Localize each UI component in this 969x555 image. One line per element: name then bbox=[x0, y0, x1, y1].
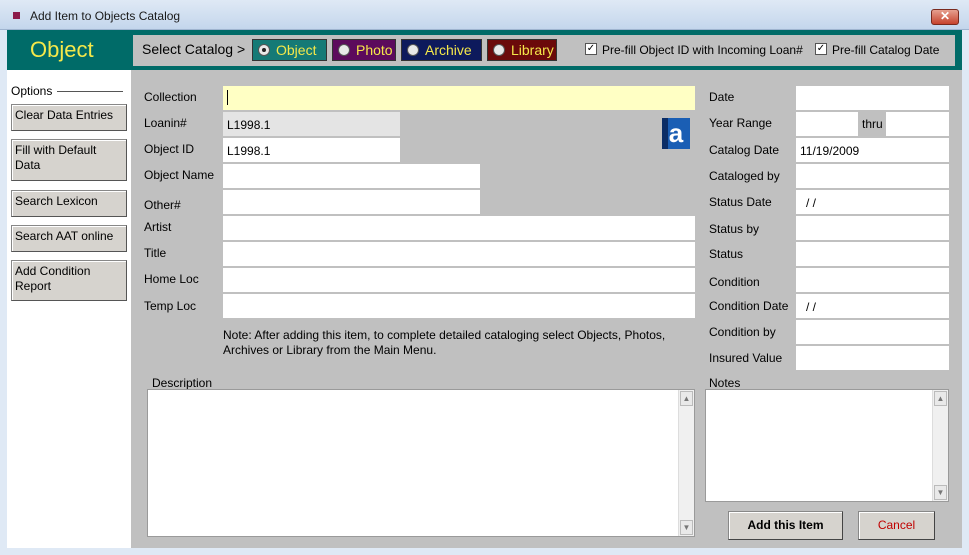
radio-icon bbox=[407, 44, 419, 56]
status-by-label: Status by bbox=[709, 222, 760, 236]
select-catalog-label: Select Catalog > bbox=[142, 41, 246, 57]
object-name-input[interactable] bbox=[223, 164, 480, 188]
title-label: Title bbox=[144, 246, 167, 260]
checkmark-icon: ✓ bbox=[585, 43, 597, 55]
radio-selected-icon bbox=[258, 44, 270, 56]
prefill-object-id-checkbox[interactable]: ✓ Pre-fill Object ID with Incoming Loan# bbox=[585, 43, 803, 57]
catalog-option-archive[interactable]: Archive bbox=[401, 39, 482, 61]
temp-loc-label: Temp Loc bbox=[144, 299, 197, 313]
radio-icon bbox=[493, 44, 505, 56]
collection-input[interactable] bbox=[223, 86, 695, 110]
object-name-label: Object Name bbox=[144, 168, 215, 182]
condition-label: Condition bbox=[709, 275, 760, 289]
status-date-input[interactable]: / / bbox=[796, 190, 949, 214]
fill-default-data-button[interactable]: Fill with Default Data bbox=[11, 139, 127, 181]
title-input[interactable] bbox=[223, 242, 695, 266]
status-label: Status bbox=[709, 247, 744, 261]
description-textarea[interactable]: ▲ ▼ bbox=[147, 389, 695, 537]
window-title: Add Item to Objects Catalog bbox=[30, 9, 181, 23]
artist-label: Artist bbox=[144, 220, 172, 234]
date-input[interactable] bbox=[796, 86, 949, 110]
cataloged-by-input[interactable] bbox=[796, 164, 949, 188]
other-number-input[interactable] bbox=[223, 190, 480, 214]
home-loc-input[interactable] bbox=[223, 268, 695, 292]
window-border-left bbox=[0, 30, 7, 548]
insured-value-input[interactable] bbox=[796, 346, 949, 370]
catalog-option-label: Object bbox=[276, 42, 317, 58]
collection-label: Collection bbox=[144, 90, 197, 104]
artist-input[interactable] bbox=[223, 216, 695, 240]
other-number-label: Other# bbox=[144, 198, 181, 212]
search-lexicon-button[interactable]: Search Lexicon bbox=[11, 190, 127, 217]
catalog-option-photo[interactable]: Photo bbox=[332, 39, 396, 61]
options-divider bbox=[57, 91, 123, 92]
close-button[interactable]: ✕ bbox=[931, 9, 959, 25]
loanin-label: Loanin# bbox=[144, 116, 187, 130]
window-border-bottom bbox=[0, 548, 969, 555]
date-label: Date bbox=[709, 90, 735, 104]
status-input[interactable] bbox=[796, 242, 949, 266]
cataloging-note: Note: After adding this item, to complet… bbox=[223, 328, 666, 357]
checkmark-icon: ✓ bbox=[815, 43, 827, 55]
add-condition-report-button[interactable]: Add Condition Report bbox=[11, 260, 127, 301]
notes-scrollbar[interactable]: ▲ ▼ bbox=[932, 390, 948, 501]
condition-date-input[interactable]: / / bbox=[796, 294, 949, 318]
year-range-to-input[interactable] bbox=[886, 112, 949, 136]
status-date-label: Status Date bbox=[709, 195, 772, 209]
description-scrollbar[interactable]: ▲ ▼ bbox=[678, 390, 694, 536]
scroll-up-icon[interactable]: ▲ bbox=[680, 391, 693, 406]
prefill-object-id-label: Pre-fill Object ID with Incoming Loan# bbox=[602, 43, 803, 57]
status-by-input[interactable] bbox=[796, 216, 949, 240]
app-icon bbox=[13, 12, 20, 19]
lexicon-icon-letter: a bbox=[668, 118, 684, 148]
loanin-field: L1998.1 bbox=[223, 112, 400, 136]
scroll-down-icon[interactable]: ▼ bbox=[934, 485, 947, 500]
catalog-date-input[interactable]: 11/19/2009 bbox=[796, 138, 949, 162]
radio-icon bbox=[338, 44, 350, 56]
catalog-option-label: Library bbox=[511, 42, 554, 58]
catalog-date-label: Catalog Date bbox=[709, 143, 780, 157]
year-range-from-input[interactable] bbox=[796, 112, 858, 136]
scroll-down-icon[interactable]: ▼ bbox=[680, 520, 693, 535]
clear-data-entries-button[interactable]: Clear Data Entries bbox=[11, 104, 127, 131]
object-id-label: Object ID bbox=[144, 142, 195, 156]
year-range-label: Year Range bbox=[709, 116, 772, 130]
lexicon-a-icon[interactable]: a bbox=[662, 118, 690, 149]
cataloged-by-label: Cataloged by bbox=[709, 169, 780, 183]
page-title: Object bbox=[30, 37, 94, 62]
window-border-right bbox=[962, 30, 969, 548]
prefill-catalog-date-checkbox[interactable]: ✓ Pre-fill Catalog Date bbox=[815, 43, 939, 57]
catalog-option-library[interactable]: Library bbox=[487, 39, 557, 61]
description-label: Description bbox=[152, 376, 213, 390]
condition-by-input[interactable] bbox=[796, 320, 949, 344]
condition-by-label: Condition by bbox=[709, 325, 776, 339]
home-loc-label: Home Loc bbox=[144, 272, 199, 286]
catalog-option-label: Archive bbox=[425, 42, 472, 58]
scroll-up-icon[interactable]: ▲ bbox=[934, 391, 947, 406]
add-item-button[interactable]: Add this Item bbox=[728, 511, 843, 540]
options-label: Options bbox=[11, 84, 53, 98]
condition-date-label: Condition Date bbox=[709, 299, 789, 313]
catalog-option-label: Photo bbox=[356, 42, 393, 58]
object-id-input[interactable]: L1998.1 bbox=[223, 138, 400, 162]
search-aat-online-button[interactable]: Search AAT online bbox=[11, 225, 127, 252]
lexicon-icon-shade bbox=[662, 118, 668, 149]
notes-textarea[interactable]: ▲ ▼ bbox=[705, 389, 949, 502]
prefill-catalog-date-label: Pre-fill Catalog Date bbox=[832, 43, 940, 57]
thru-label: thru bbox=[862, 117, 883, 131]
condition-input[interactable] bbox=[796, 268, 949, 292]
temp-loc-input[interactable] bbox=[223, 294, 695, 318]
cancel-button[interactable]: Cancel bbox=[858, 511, 935, 540]
catalog-option-object[interactable]: Object bbox=[252, 39, 327, 61]
text-cursor bbox=[227, 90, 228, 105]
insured-value-label: Insured Value bbox=[709, 351, 783, 365]
notes-label: Notes bbox=[709, 376, 741, 390]
